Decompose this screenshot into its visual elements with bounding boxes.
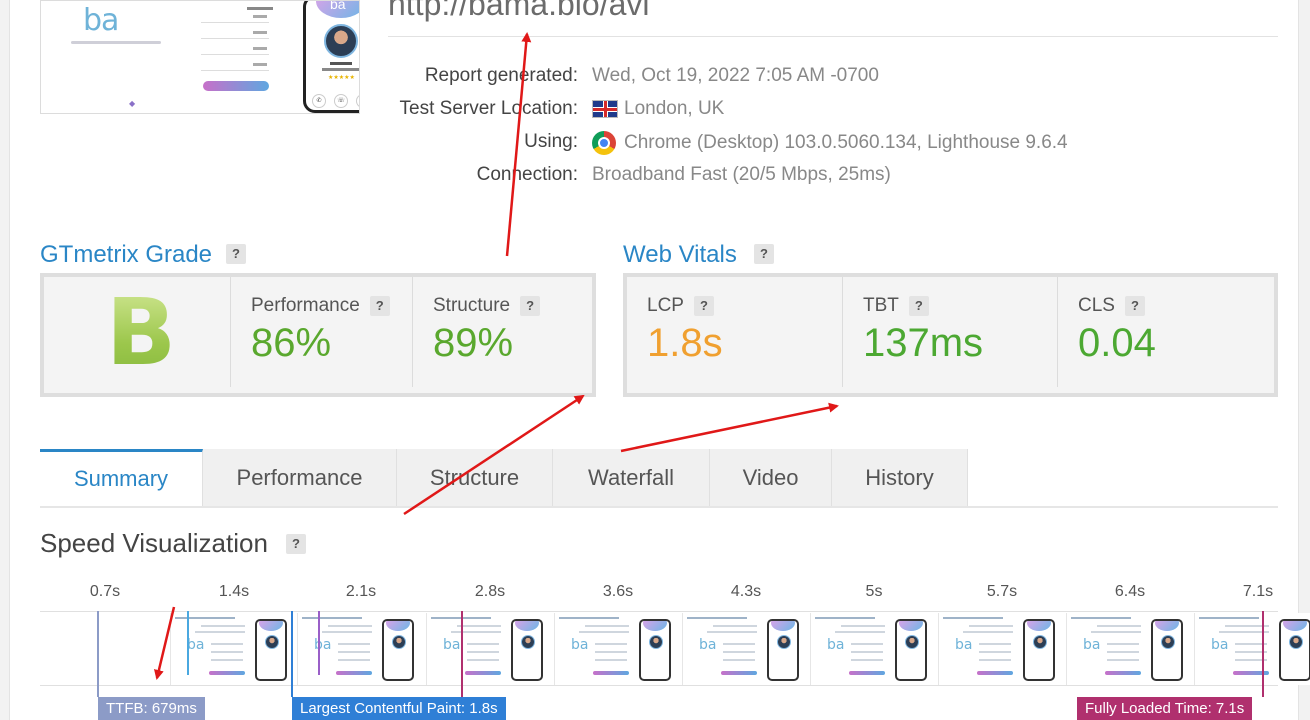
time-label: 3.6s xyxy=(602,583,634,600)
lcp-marker-label: Largest Contentful Paint: 1.8s xyxy=(292,697,506,720)
time-label: 6.4s xyxy=(1114,583,1146,600)
report-page: ba ◆ ba ★★★★★ ✆ ☏ ✉ http://bama.bio/avi … xyxy=(0,0,1310,720)
thumbnail-field xyxy=(201,15,269,23)
help-icon[interactable]: ? xyxy=(1124,296,1145,316)
time-label: 0.7s xyxy=(89,583,121,600)
time-label: 2.1s xyxy=(345,583,377,600)
thumbnail-field xyxy=(201,63,269,71)
web-vitals-title: Web Vitals xyxy=(623,241,737,268)
performance-value: 86% xyxy=(251,321,332,365)
thumbnail-phone: ba ★★★★★ ✆ ☏ ✉ xyxy=(303,1,359,113)
onload-marker xyxy=(461,611,463,697)
grade-cell: B xyxy=(44,277,231,387)
lcp-value: 1.8s xyxy=(647,321,723,365)
speed-visualization-title: Speed Visualization xyxy=(40,528,268,558)
page-left-border xyxy=(0,0,10,720)
avatar xyxy=(324,24,358,58)
help-icon[interactable]: ? xyxy=(908,296,929,316)
tab-structure[interactable]: Structure xyxy=(397,449,553,506)
thumbnail-logo: ba xyxy=(83,3,119,38)
first-paint-marker xyxy=(187,611,189,675)
phone-icon: ✆ xyxy=(312,94,326,108)
divider xyxy=(388,36,1278,37)
help-icon[interactable]: ? xyxy=(286,534,306,554)
tbt-value: 137ms xyxy=(863,321,984,365)
filmstrip-frame[interactable] xyxy=(40,613,170,685)
ttfb-marker xyxy=(97,611,99,697)
filmstrip-frame[interactable]: ba xyxy=(1066,613,1189,685)
structure-cell: Structure? 89% xyxy=(413,277,592,387)
lcp-label: LCP xyxy=(647,295,684,316)
help-icon[interactable]: ? xyxy=(369,296,390,316)
gtmetrix-grade-title: GTmetrix Grade xyxy=(40,241,213,268)
chevron-down-icon: ◆ xyxy=(129,99,136,108)
filmstrip-frame[interactable]: ba xyxy=(426,613,549,685)
cls-cell: CLS? 0.04 xyxy=(1058,277,1274,387)
filmstrip-frame[interactable]: ba xyxy=(682,613,805,685)
detail-server-location: Test Server Location: London, UK xyxy=(399,98,725,119)
fully-loaded-marker xyxy=(1262,611,1264,697)
filmstrip-frame[interactable]: ba xyxy=(1194,613,1310,685)
performance-label: Performance xyxy=(251,295,360,316)
cls-label: CLS xyxy=(1078,295,1115,316)
thumbnail-field xyxy=(201,47,269,55)
fully-loaded-label: Fully Loaded Time: 7.1s xyxy=(1077,697,1253,720)
paint-marker xyxy=(318,611,320,675)
structure-value: 89% xyxy=(433,321,514,365)
report-tabs: Summary Performance Structure Waterfall … xyxy=(40,449,1278,508)
tbt-cell: TBT? 137ms xyxy=(843,277,1058,387)
report-url[interactable]: http://bama.bio/avi xyxy=(388,0,649,23)
rating-stars-icon: ★★★★★ xyxy=(328,75,355,81)
ttfb-label: TTFB: 679ms xyxy=(98,697,205,720)
detail-using: Using: Chrome (Desktop) 103.0.5060.134, … xyxy=(524,131,1068,155)
chrome-icon xyxy=(592,131,616,155)
web-vitals-panel: LCP? 1.8s TBT? 137ms CLS? 0.04 xyxy=(623,273,1278,397)
tab-performance[interactable]: Performance xyxy=(203,449,397,506)
call-icon: ☏ xyxy=(334,94,348,108)
thumbnail-field xyxy=(201,31,269,39)
page-right-border xyxy=(1298,0,1310,720)
help-icon[interactable]: ? xyxy=(693,296,714,316)
help-icon[interactable]: ? xyxy=(520,296,541,316)
detail-connection: Connection: Broadband Fast (20/5 Mbps, 2… xyxy=(476,164,891,185)
time-label: 7.1s xyxy=(1242,583,1274,600)
filmstrip-frame[interactable]: ba xyxy=(297,613,420,685)
tab-video[interactable]: Video xyxy=(710,449,832,506)
mail-icon: ✉ xyxy=(356,94,359,108)
tab-summary[interactable]: Summary xyxy=(40,449,203,506)
grade-letter: B xyxy=(106,279,177,386)
time-label: 5s xyxy=(865,583,883,600)
thumbnail-tagline xyxy=(71,41,161,44)
annotation-arrow-vitals xyxy=(620,402,839,453)
filmstrip-frame[interactable]: ba xyxy=(938,613,1061,685)
lcp-marker xyxy=(291,611,293,697)
performance-cell: Performance? 86% xyxy=(231,277,413,387)
tab-waterfall[interactable]: Waterfall xyxy=(553,449,710,506)
cls-value: 0.04 xyxy=(1078,321,1156,365)
time-label: 5.7s xyxy=(986,583,1018,600)
time-label: 1.4s xyxy=(218,583,250,600)
thumbnail-submit xyxy=(203,81,269,91)
lcp-cell: LCP? 1.8s xyxy=(627,277,843,387)
filmstrip[interactable]: ba ba ba ba ba ba ba ba ba xyxy=(40,611,1310,686)
structure-label: Structure xyxy=(433,295,511,316)
filmstrip-frame[interactable]: ba xyxy=(554,613,677,685)
tbt-label: TBT xyxy=(863,295,899,316)
grade-panel: B Performance? 86% Structure? 89% xyxy=(40,273,596,397)
detail-report-generated: Report generated: Wed, Oct 19, 2022 7:05… xyxy=(424,65,879,86)
help-icon[interactable]: ? xyxy=(226,244,246,264)
help-icon[interactable]: ? xyxy=(754,244,774,264)
page-screenshot-thumbnail[interactable]: ba ◆ ba ★★★★★ ✆ ☏ ✉ xyxy=(40,0,360,114)
uk-flag-icon xyxy=(592,100,618,118)
time-label: 2.8s xyxy=(474,583,506,600)
thumbnail-form-title xyxy=(247,7,273,10)
time-label: 4.3s xyxy=(730,583,762,600)
filmstrip-frame[interactable]: ba xyxy=(810,613,933,685)
tab-history[interactable]: History xyxy=(832,449,968,506)
